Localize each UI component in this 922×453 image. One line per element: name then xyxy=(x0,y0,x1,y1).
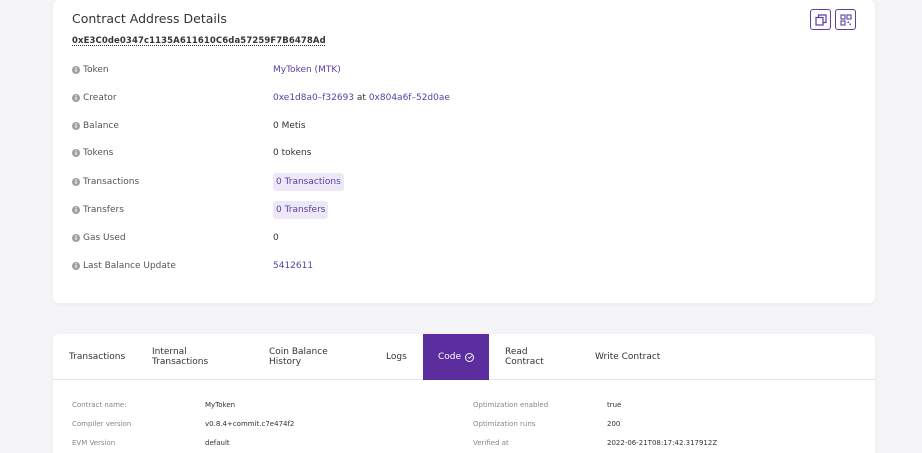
transactions-count-pill[interactable]: 0 Transactions xyxy=(273,173,344,191)
optimization-runs-value: 200 xyxy=(607,420,621,428)
contract-details-card: Contract Address Details 0xE3C0de0347c11… xyxy=(53,0,875,303)
tab-write-contract[interactable]: Write Contract xyxy=(579,334,679,380)
detail-label: Token xyxy=(83,65,109,75)
compiler-version-label: Compiler version xyxy=(72,420,132,428)
creation-tx-link[interactable]: 0x804a6f–52d0ae xyxy=(369,93,450,103)
evm-version-label: EVM Version xyxy=(72,439,116,447)
optimization-enabled-value: true xyxy=(607,401,622,409)
verified-at-label: Verified at xyxy=(473,439,509,447)
tab-code-label: Code xyxy=(437,352,462,362)
compiler-version-value: v0.8.4+commit.c7e474f2 xyxy=(205,420,295,428)
gas-used-value: 0 xyxy=(273,233,279,243)
detail-label: Tokens xyxy=(83,148,114,158)
detail-label: Last Balance Update xyxy=(83,261,176,271)
block-number-link[interactable]: 5412611 xyxy=(273,261,313,271)
verified-at-value: 2022-06-21T08:17:42.317912Z xyxy=(607,439,718,447)
detail-label: Gas Used xyxy=(83,233,126,243)
token-link[interactable]: MyToken (MTK) xyxy=(273,65,341,75)
detail-row-balance: i Balance 0 Metis xyxy=(72,116,852,136)
info-icon: i xyxy=(72,262,80,270)
balance-value: 0 Metis xyxy=(273,121,306,131)
detail-label: Transactions xyxy=(83,177,140,187)
contract-name-value: MyToken xyxy=(205,401,236,409)
tab-internal-transactions[interactable]: Internal Transactions xyxy=(136,334,253,380)
copy-icon xyxy=(814,13,827,26)
optimization-runs-label: Optimization runs xyxy=(473,420,536,428)
creator-address-link[interactable]: 0xe1d8a0–f32693 xyxy=(273,93,354,103)
info-icon: i xyxy=(72,149,80,157)
qr-code-icon xyxy=(839,13,852,26)
evm-version-value: default xyxy=(205,439,230,447)
detail-row-transactions: i Transactions 0 Transactions xyxy=(72,172,852,192)
info-icon: i xyxy=(72,178,80,186)
tab-code[interactable]: Code xyxy=(423,334,489,380)
tokens-value: 0 tokens xyxy=(273,148,312,158)
detail-row-last-balance-update: i Last Balance Update 5412611 xyxy=(72,256,852,276)
verified-check-icon xyxy=(465,352,475,362)
contract-tabs-card: Transactions Internal Transactions Coin … xyxy=(53,334,875,453)
detail-row-token: i Token MyToken (MTK) xyxy=(72,60,852,80)
qr-code-button[interactable] xyxy=(835,9,856,30)
detail-row-gas-used: i Gas Used 0 xyxy=(72,228,852,248)
detail-label: Balance xyxy=(83,121,119,131)
info-icon: i xyxy=(72,122,80,130)
info-icon: i xyxy=(72,66,80,74)
contract-address[interactable]: 0xE3C0de0347c1135A611610C6da57259F7B6478… xyxy=(72,36,326,46)
tab-bar: Transactions Internal Transactions Coin … xyxy=(53,334,875,380)
transfers-count-pill[interactable]: 0 Transfers xyxy=(273,201,329,219)
page-title: Contract Address Details xyxy=(72,11,227,26)
tab-coin-balance-history[interactable]: Coin Balance History xyxy=(253,334,370,380)
creator-at-text: at xyxy=(356,93,366,103)
tab-read-contract[interactable]: Read Contract xyxy=(489,334,579,380)
info-icon: i xyxy=(72,94,80,102)
detail-label: Creator xyxy=(83,93,117,103)
detail-row-transfers: i Transfers 0 Transfers xyxy=(72,200,852,220)
optimization-enabled-label: Optimization enabled xyxy=(473,401,549,409)
detail-row-creator: i Creator 0xe1d8a0–f32693 at 0x804a6f–52d… xyxy=(72,88,852,108)
detail-row-tokens: i Tokens 0 tokens xyxy=(72,143,852,163)
tab-logs[interactable]: Logs xyxy=(370,334,423,380)
detail-label: Transfers xyxy=(83,205,124,215)
copy-button[interactable] xyxy=(810,9,831,30)
contract-name-label: Contract name: xyxy=(72,401,127,409)
info-icon: i xyxy=(72,234,80,242)
info-icon: i xyxy=(72,206,80,214)
tab-transactions[interactable]: Transactions xyxy=(53,334,136,380)
